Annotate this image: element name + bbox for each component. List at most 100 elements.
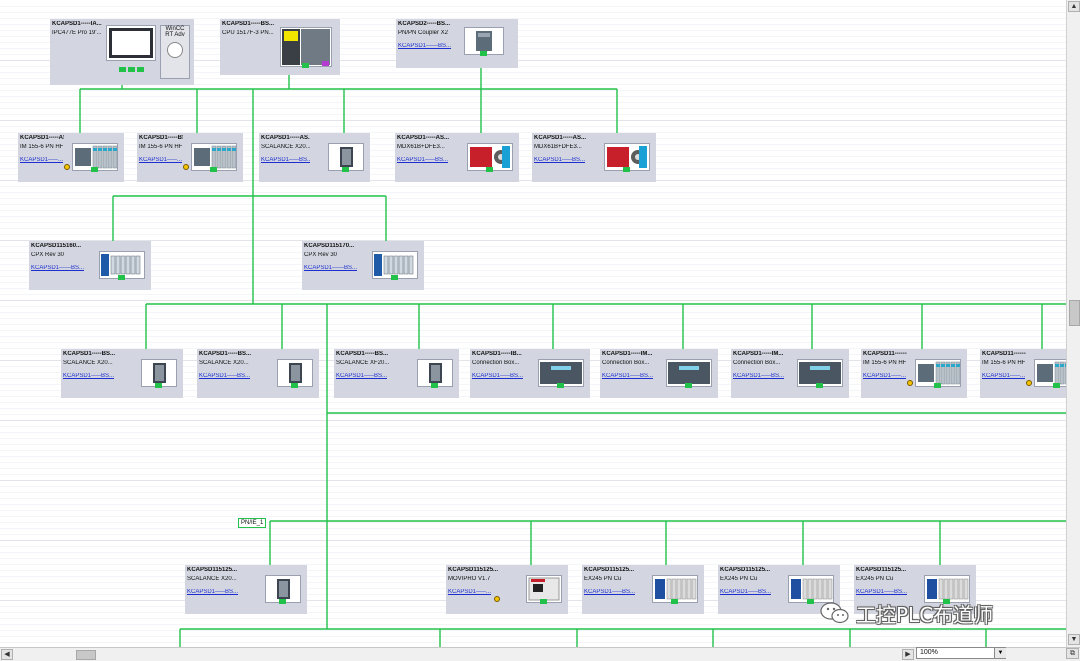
io-controller-link[interactable]: KCAPSD1-----BS...	[261, 157, 310, 163]
io-controller-link[interactable]: KCAPSD1-----BS...	[199, 373, 259, 379]
device-cpu[interactable]: KCAPSD1-----BS... CPU 1517F-3 PN...	[220, 19, 340, 75]
device-switch[interactable]: KCAPSD115125... SCALANCE X20... KCAPSD1---…	[185, 565, 307, 614]
ethernet-port-icon[interactable]	[934, 383, 941, 388]
ethernet-port-icon[interactable]	[91, 167, 98, 172]
device-cpx[interactable]: KCAPSD115160... CPX Rev 30 KCAPSD1------BS…	[29, 241, 151, 290]
device-movipro[interactable]: KCAPSD115125... MOVIPRO V1.7 KCAPSD1-----.…	[446, 565, 568, 614]
ethernet-port-icon[interactable]	[623, 167, 630, 172]
io-controller-link[interactable]: KCAPSD1-----BS...	[584, 589, 644, 595]
overview-icon[interactable]: ⧉	[1066, 648, 1079, 659]
device-name[interactable]: KCAPSD115125...	[584, 567, 644, 573]
ethernet-port-icon[interactable]	[342, 167, 349, 172]
device-name[interactable]: KCAPSD11--------...	[863, 351, 907, 357]
device-drive[interactable]: KCAPSD1-----AS... MDX61B+DFE3... KCAPSD1--…	[532, 133, 656, 182]
ethernet-port-icon[interactable]	[391, 275, 398, 280]
ethernet-port-icon[interactable]	[557, 383, 564, 388]
device-name[interactable]: KCAPSD1-----IB...	[472, 351, 530, 357]
device-name[interactable]: KCAPSD115170...	[304, 243, 364, 249]
io-controller-link[interactable]: KCAPSD1-----BS...	[336, 373, 399, 379]
ethernet-port-icon[interactable]	[816, 383, 823, 388]
scroll-left-icon[interactable]: ◀	[1, 649, 13, 660]
device-pc[interactable]: KCAPSD1-----IA... IPC477E Pro 19'... WinCC…	[50, 19, 194, 85]
ethernet-port-icon[interactable]	[302, 63, 309, 68]
device-switch[interactable]: KCAPSD1-----BS... SCALANCE XF20... KCAPSD1…	[334, 349, 459, 398]
device-im[interactable]: KCAPSD11--------... IM 155-6 PN HF KCAPSD1…	[861, 349, 967, 398]
io-controller-link[interactable]: KCAPSD1-----...	[139, 157, 183, 163]
ethernet-port-icon[interactable]	[671, 599, 678, 604]
io-controller-link[interactable]: KCAPSD1-----BS...	[602, 373, 658, 379]
ethernet-port-icon[interactable]	[119, 67, 126, 72]
ethernet-port-icon[interactable]	[128, 67, 135, 72]
zoom-select[interactable]: 100%	[916, 647, 1006, 659]
device-name[interactable]: KCAPSD1-----AS...	[397, 135, 459, 141]
io-controller-link[interactable]: KCAPSD1------BS...	[31, 265, 91, 271]
device-name[interactable]: KCAPSD2-----BS...	[398, 21, 458, 27]
device-cpx[interactable]: KCAPSD115170... CPX Rev 30 KCAPSD1------BS…	[302, 241, 424, 290]
io-controller-link[interactable]: KCAPSD1-----BS...	[720, 589, 780, 595]
device-cbox[interactable]: KCAPSD1-----IM... Connection Box... KCAPSD…	[731, 349, 849, 398]
io-controller-link[interactable]: KCAPSD1-----BS...	[472, 373, 530, 379]
network-view-canvas[interactable]: KCAPSD1-----IA... IPC477E Pro 19'... WinCC…	[0, 0, 1066, 647]
ethernet-port-icon[interactable]	[685, 383, 692, 388]
io-controller-link[interactable]: KCAPSD1------BS...	[304, 265, 364, 271]
device-name[interactable]: KCAPSD115125...	[856, 567, 916, 573]
ethernet-port-icon[interactable]	[279, 599, 286, 604]
device-name[interactable]: KCAPSD1-----AS...	[261, 135, 310, 141]
device-name[interactable]: KCAPSD1-----BS...	[336, 351, 399, 357]
device-name[interactable]: KCAPSD1-----AS...	[534, 135, 596, 141]
io-controller-link[interactable]: KCAPSD1------BS...	[398, 43, 458, 49]
ethernet-port-icon[interactable]	[540, 599, 547, 604]
ethernet-port-icon[interactable]	[155, 383, 162, 388]
device-im[interactable]: KCAPSD1-----AS... IM 155-6 PN HF KCAPSD1--…	[18, 133, 124, 182]
io-controller-link[interactable]: KCAPSD1-----...	[448, 589, 508, 595]
ethernet-port-icon[interactable]	[1053, 383, 1060, 388]
device-name[interactable]: KCAPSD115160...	[31, 243, 91, 249]
device-drive[interactable]: KCAPSD1-----AS... MDX61B+DFE3... KCAPSD1--…	[395, 133, 519, 182]
io-controller-link[interactable]: KCAPSD1-----BS...	[397, 157, 459, 163]
device-name[interactable]: KCAPSD1-----BS...	[63, 351, 123, 357]
device-name[interactable]: KCAPSD1-----BS...	[199, 351, 259, 357]
io-controller-link[interactable]: KCAPSD1-----BS...	[534, 157, 596, 163]
profibus-port-icon[interactable]	[322, 61, 329, 66]
device-ex[interactable]: KCAPSD115125... EX245 PN Cu KCAPSD1-----BS…	[582, 565, 704, 614]
io-controller-link[interactable]: KCAPSD1-----...	[20, 157, 64, 163]
ethernet-port-icon[interactable]	[807, 599, 814, 604]
device-name[interactable]: KCAPSD1-----BS...	[139, 135, 183, 141]
device-name[interactable]: KCAPSD1-----IM...	[733, 351, 789, 357]
device-name[interactable]: KCAPSD1-----IA...	[52, 21, 106, 27]
ethernet-port-icon[interactable]	[480, 51, 487, 56]
ethernet-port-icon[interactable]	[486, 167, 493, 172]
ethernet-port-icon[interactable]	[118, 275, 125, 280]
device-switch[interactable]: KCAPSD1-----AS... SCALANCE X20... KCAPSD1-…	[259, 133, 370, 182]
device-name[interactable]: KCAPSD1-----AS...	[20, 135, 64, 141]
io-controller-link[interactable]: KCAPSD1-----...	[863, 373, 907, 379]
device-cbox[interactable]: KCAPSD1-----IM... Connection Box... KCAPSD…	[600, 349, 718, 398]
scroll-right-icon[interactable]: ▶	[902, 649, 914, 660]
device-cbox[interactable]: KCAPSD1-----IB... Connection Box... KCAPSD…	[470, 349, 590, 398]
device-coupler[interactable]: KCAPSD2-----BS... PN/PN Coupler X2 KCAPSD1…	[396, 19, 518, 68]
device-im[interactable]: KCAPSD11--------... IM 155-6 PN HF KCAPSD1…	[980, 349, 1066, 398]
ethernet-port-icon[interactable]	[137, 67, 144, 72]
io-controller-link[interactable]: KCAPSD1-----BS...	[856, 589, 916, 595]
scroll-down-icon[interactable]: ▼	[1068, 634, 1080, 645]
chevron-down-icon[interactable]: ▼	[994, 648, 1006, 658]
vertical-scrollbar[interactable]: ▲ ▼	[1066, 0, 1080, 647]
device-name[interactable]: KCAPSD115125...	[448, 567, 508, 573]
ethernet-port-icon[interactable]	[291, 383, 298, 388]
device-name[interactable]: KCAPSD115125...	[187, 567, 247, 573]
device-im[interactable]: KCAPSD1-----BS... IM 155-6 PN HF KCAPSD1--…	[137, 133, 243, 182]
device-switch[interactable]: KCAPSD1-----BS... SCALANCE X20... KCAPSD1-…	[197, 349, 319, 398]
io-controller-link[interactable]: KCAPSD1-----BS...	[63, 373, 123, 379]
ethernet-port-icon[interactable]	[431, 383, 438, 388]
io-controller-link[interactable]: KCAPSD1-----BS...	[187, 589, 247, 595]
device-name[interactable]: KCAPSD11--------...	[982, 351, 1026, 357]
device-switch[interactable]: KCAPSD1-----BS... SCALANCE X20... KCAPSD1-…	[61, 349, 183, 398]
horizontal-scroll-thumb[interactable]	[76, 650, 96, 660]
io-controller-link[interactable]: KCAPSD1-----...	[982, 373, 1026, 379]
device-name[interactable]: KCAPSD1-----BS...	[222, 21, 280, 27]
io-controller-link[interactable]: KCAPSD1-----BS...	[733, 373, 789, 379]
network-label[interactable]: PN/IE_1	[238, 518, 267, 528]
scroll-up-icon[interactable]: ▲	[1068, 1, 1080, 12]
vertical-scroll-thumb[interactable]	[1069, 300, 1080, 326]
device-name[interactable]: KCAPSD115125...	[720, 567, 780, 573]
